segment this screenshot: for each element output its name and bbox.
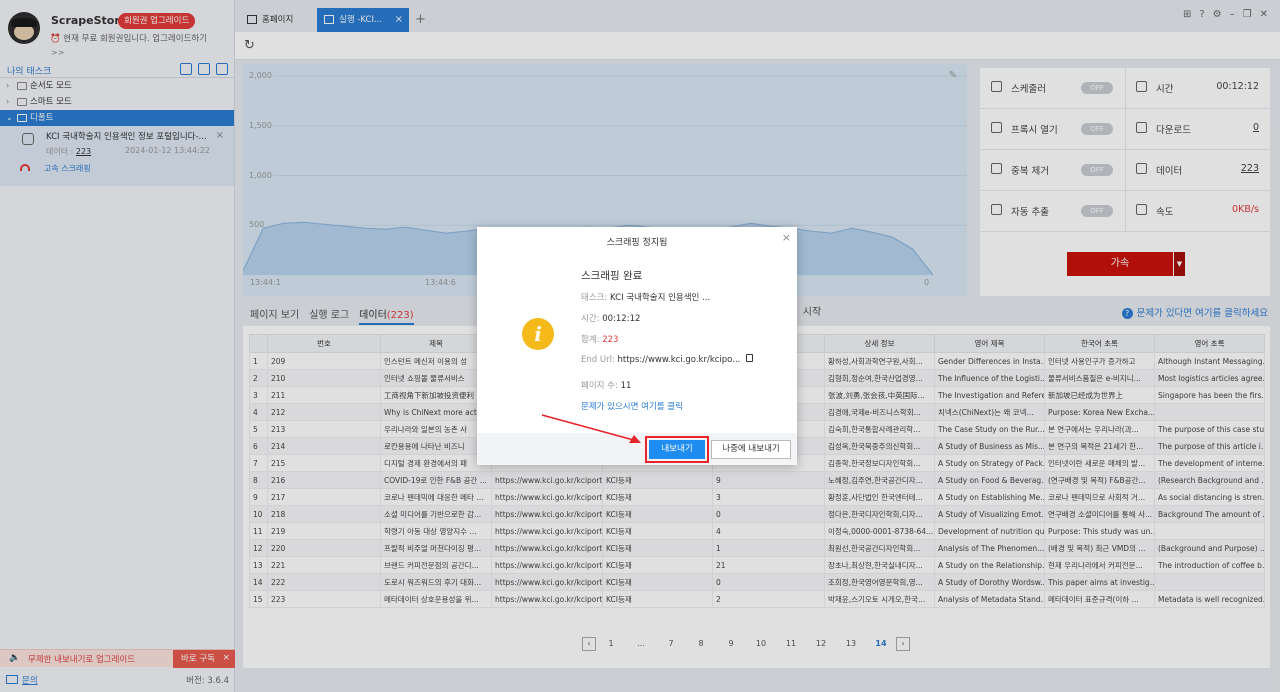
export-later-button[interactable]: 나중에 내보내기 — [711, 440, 791, 459]
total-row: 합계: 223 — [581, 335, 619, 345]
end-url-row: End Url: https://www.kci.go.kr/kcipo... — [581, 354, 754, 365]
export-button[interactable]: 내보내기 — [649, 440, 705, 459]
info-icon: i — [522, 318, 554, 350]
pages-row: 페이지 수: 11 — [581, 381, 632, 391]
copy-icon[interactable] — [746, 354, 754, 362]
task-row: 태스크: KCI 국내학술지 인용색인 ... — [581, 293, 711, 303]
dialog-heading: 스크래핑 완료 — [581, 270, 643, 282]
time-row: 시간: 00:12:12 — [581, 314, 641, 324]
annotation-arrow-icon — [541, 414, 641, 443]
dialog-title: 스크래핑 정지됨 — [606, 238, 668, 248]
close-icon[interactable]: × — [782, 231, 791, 244]
